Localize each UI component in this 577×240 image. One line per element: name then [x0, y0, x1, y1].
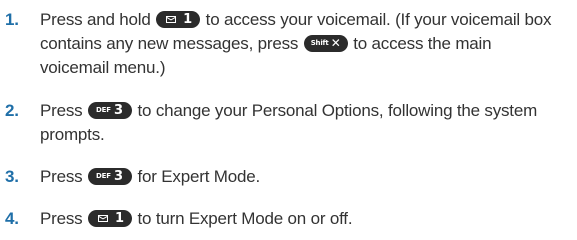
step-number: 1.: [5, 10, 19, 29]
step-line: contains any new messages, press Shift ✕…: [40, 32, 560, 56]
key-label: 3: [114, 169, 123, 184]
key-label: 1: [183, 12, 192, 27]
key-1-button: 1: [156, 11, 201, 28]
step-text-segment: to change your Personal Options, followi…: [137, 101, 538, 120]
step-text: Press 1 to turn Expert Mode on or off.: [40, 207, 560, 231]
step-number: 3.: [5, 167, 19, 186]
step-line: prompts.: [40, 125, 105, 144]
step-text-segment: for Expert Mode.: [137, 167, 261, 186]
key-sublabel: DEF: [96, 172, 111, 180]
step-text: Press DEF 3 to change your Personal Opti…: [40, 99, 560, 147]
step-text-segment: to access the main: [353, 34, 492, 53]
step-line: Press DEF 3 to change your Personal Opti…: [40, 99, 560, 123]
key-sublabel: DEF: [96, 106, 111, 114]
key-label: 1: [115, 211, 124, 226]
x-icon: ✕: [330, 36, 341, 50]
key-3-button: DEF 3: [88, 102, 132, 119]
key-3-button: DEF 3: [88, 168, 132, 185]
shift-x-key-button: Shift ✕: [303, 35, 348, 52]
step-line: Press 1 to turn Expert Mode on or off.: [40, 207, 560, 231]
step-text-segment: Press: [40, 209, 83, 228]
key-sublabel: Shift: [310, 39, 329, 47]
step-line: voicemail menu.): [40, 58, 166, 77]
step-text-segment: to turn Expert Mode on or off.: [137, 209, 353, 228]
step-number: 4.: [5, 209, 19, 228]
step-line: Press DEF 3 for Expert Mode.: [40, 165, 560, 189]
step-text-segment: Press: [40, 167, 83, 186]
step-number: 2.: [5, 101, 19, 120]
step-text-segment: Press: [40, 101, 83, 120]
step-text-segment: contains any new messages, press: [40, 34, 299, 53]
step-text-segment: Press and hold: [40, 10, 151, 29]
envelope-icon: [166, 16, 177, 23]
envelope-icon: [98, 215, 108, 222]
step-text: Press and hold 1 to access your voicemai…: [40, 8, 560, 80]
key-label: 3: [114, 103, 123, 118]
step-line: Press and hold 1 to access your voicemai…: [40, 8, 560, 32]
step-text: Press DEF 3 for Expert Mode.: [40, 165, 560, 189]
step-text-segment: to access your voicemail. (If your voice…: [205, 10, 552, 29]
key-1-button: 1: [88, 210, 132, 227]
